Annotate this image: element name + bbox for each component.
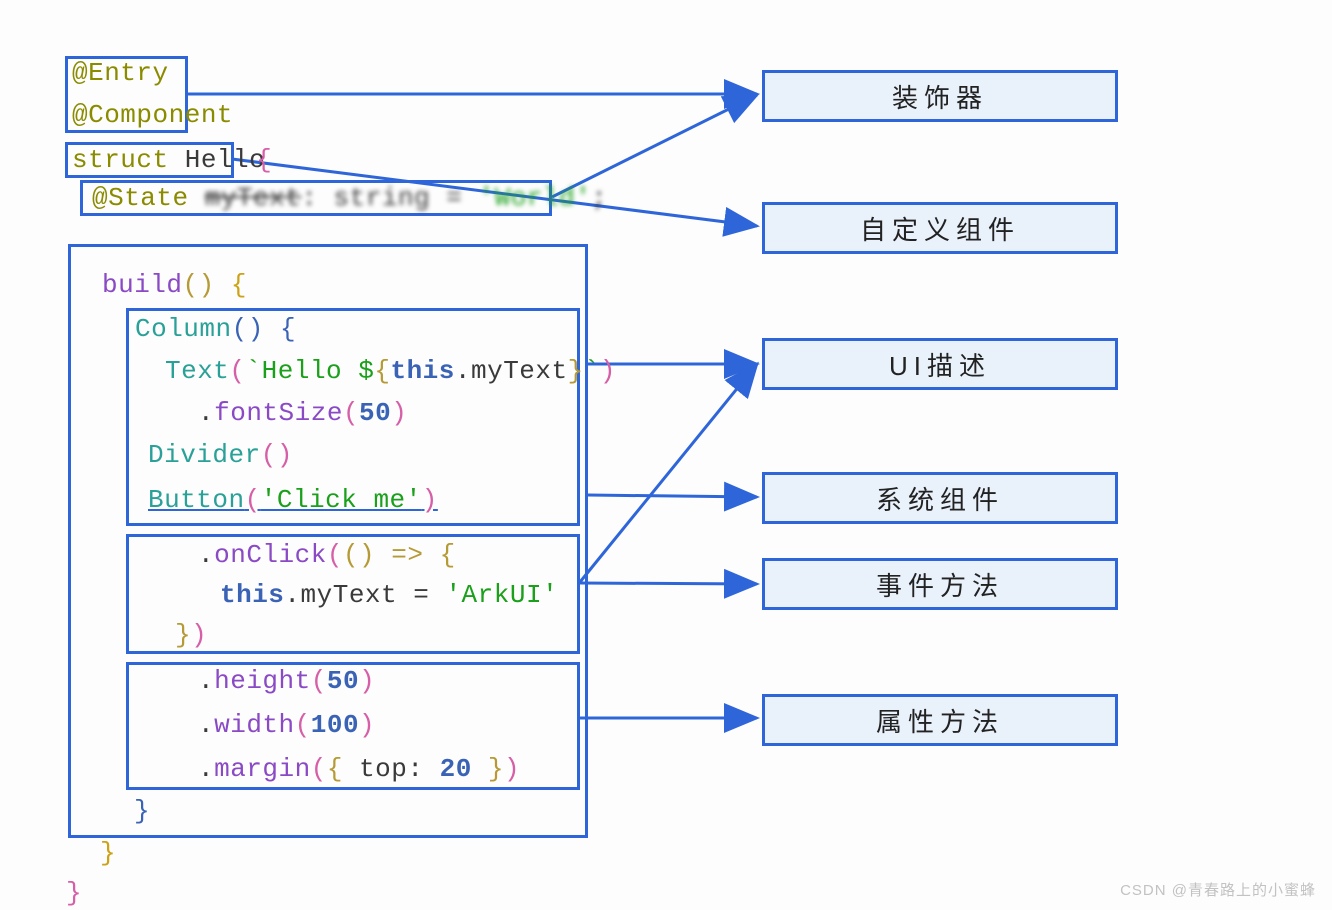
code-height: .height(50)	[198, 666, 375, 697]
arrow-onclick-to-ui	[580, 364, 757, 582]
code-column-close: }	[134, 796, 150, 827]
code-entry: @Entry	[72, 58, 169, 89]
code-this-mytext: this.myText = 'ArkUI'	[220, 580, 558, 611]
label-decorator: 装饰器	[762, 70, 1118, 122]
label-ui-desc: UI描述	[762, 338, 1118, 390]
code-build-close: }	[100, 838, 116, 869]
label-custom-comp: 自定义组件	[762, 202, 1118, 254]
label-attr-method: 属性方法	[762, 694, 1118, 746]
code-divider: Divider()	[148, 440, 293, 471]
code-struct-line: struct Hello	[72, 145, 265, 176]
code-margin: .margin({ top: 20 })	[198, 754, 520, 785]
code-build: build() {	[102, 270, 247, 301]
label-sys-comp: 系统组件	[762, 472, 1118, 524]
code-column: Column() {	[135, 314, 296, 345]
code-component: @Component	[72, 100, 233, 131]
watermark: CSDN @青春路上的小蜜蜂	[1120, 879, 1316, 900]
code-width: .width(100)	[198, 710, 375, 741]
code-fontsize: .fontSize(50)	[198, 398, 407, 429]
arrow-state-to-decorator	[552, 95, 757, 197]
code-state-line: @State myText: string = 'World';	[92, 183, 607, 214]
diagram-stage: @Entry @Component struct Hello { @State …	[0, 0, 1332, 910]
code-text: Text(`Hello ${this.myText}`)	[165, 356, 616, 387]
code-button: Button('Click me')	[148, 485, 438, 516]
code-struct-close: }	[66, 878, 82, 909]
code-onclick-close: })	[175, 620, 207, 651]
code-onclick: .onClick(() => {	[198, 540, 456, 571]
code-struct-brace: {	[240, 145, 272, 176]
arrow-onclick-to-event	[580, 583, 757, 584]
arrow-column-to-syscomp	[588, 495, 757, 497]
label-event-method: 事件方法	[762, 558, 1118, 610]
